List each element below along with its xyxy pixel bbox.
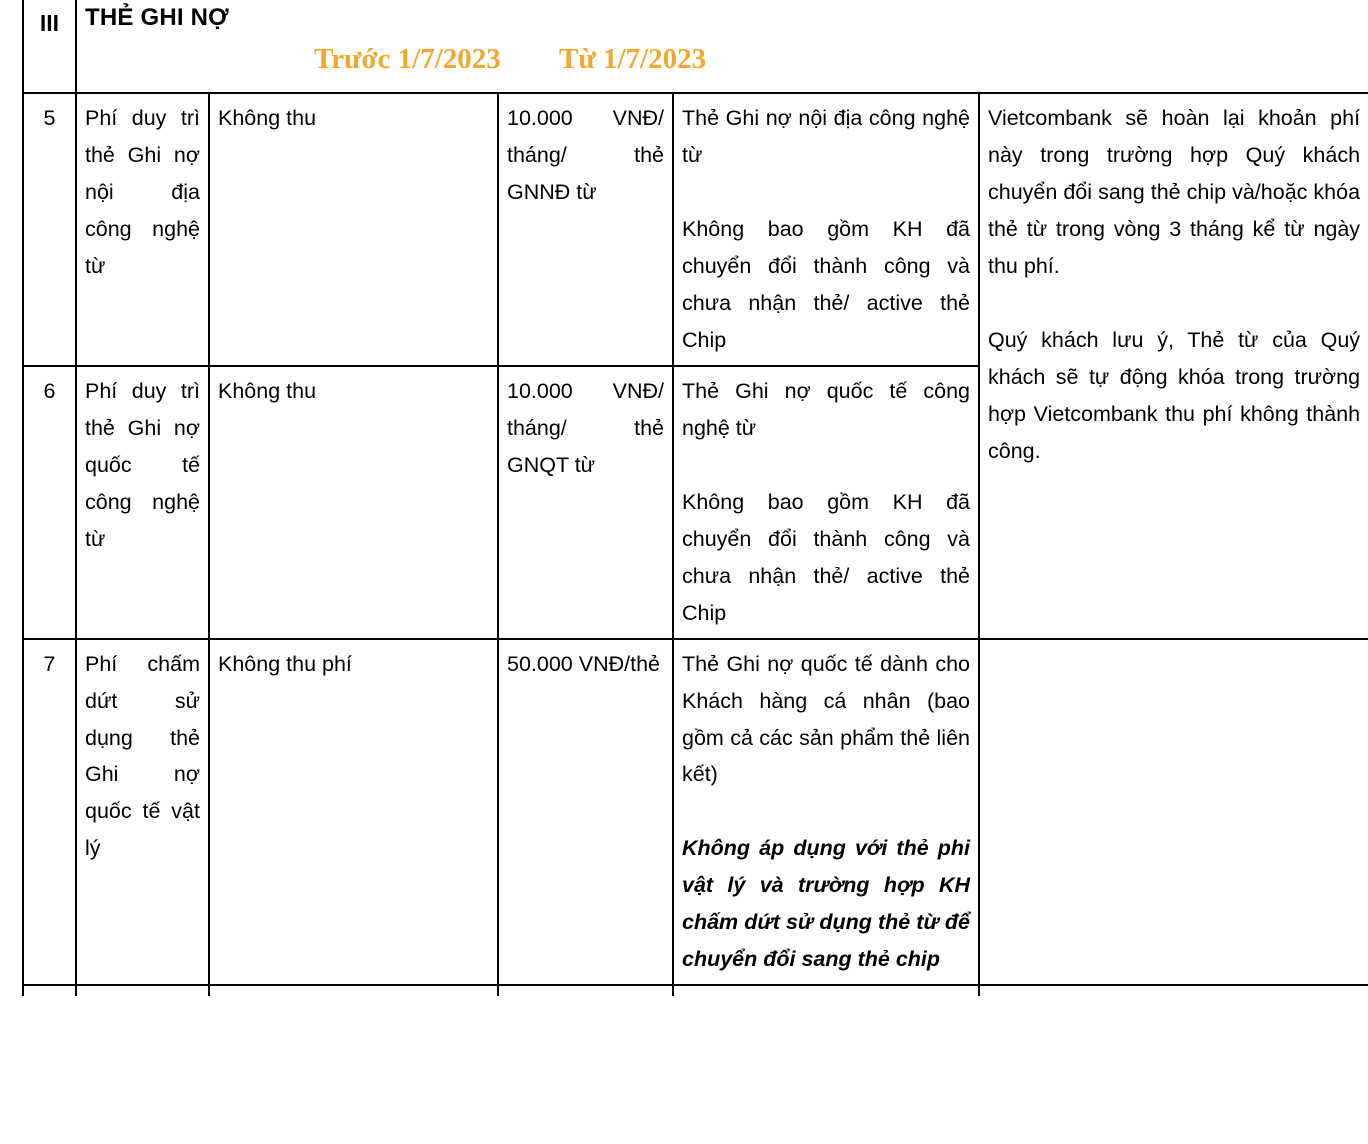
section-numeral: III — [22, 0, 77, 94]
row-fee-name: Phí duy trì thẻ Ghi nợ quốc tế công nghệ… — [75, 364, 210, 640]
row-remark-para-2: Quý khách lưu ý, Thẻ từ của Quý khách sẽ… — [988, 327, 1361, 463]
row-note: Thẻ Ghi nợ quốc tế công nghệ từ Không ba… — [672, 364, 980, 640]
row-index: 7 — [22, 637, 77, 987]
row-remark-para-1: Vietcombank sẽ hoàn lại khoản phí này tr… — [988, 106, 1361, 278]
table-row: 5 Phí duy trì thẻ Ghi nợ nội địa công ng… — [22, 92, 1368, 640]
row-note-para-1: Thẻ Ghi nợ quốc tế công nghệ từ — [682, 378, 970, 440]
row-fee-name: Phí chấm dứt sử dụng thẻ Ghi nợ quốc tế … — [75, 637, 210, 987]
partial-cell-note — [672, 984, 980, 997]
partial-cell-name — [75, 984, 210, 997]
row-note-para-1: Thẻ Ghi nợ quốc tế dành cho Khách hàng c… — [682, 651, 970, 787]
row-new-fee: 10.000 VNĐ/ tháng/ thẻ GNNĐ từ — [497, 92, 674, 367]
fee-schedule-page: III THẺ GHI NỢ Trước 1/7/2023 Từ 1/7/202… — [0, 0, 1368, 1144]
section-header-row: III THẺ GHI NỢ Trước 1/7/2023 Từ 1/7/202… — [22, 0, 1368, 94]
row-note: Thẻ Ghi nợ quốc tế dành cho Khách hàng c… — [672, 637, 980, 987]
section-title: THẺ GHI NỢ — [85, 4, 229, 31]
row-remark: Vietcombank sẽ hoàn lại khoản phí này tr… — [977, 92, 1368, 640]
partial-cell-old-fee — [208, 984, 499, 997]
row-old-fee: Không thu phí — [208, 637, 499, 987]
row-note-para-2: Không bao gồm KH đã chuyển đổi thành côn… — [682, 216, 970, 352]
row-note: Thẻ Ghi nợ nội địa công nghệ từ Không ba… — [672, 92, 980, 367]
row-fee-name: Phí duy trì thẻ Ghi nợ nội địa công nghệ… — [75, 92, 210, 367]
row-new-fee: 50.000 VNĐ/thẻ — [497, 637, 674, 987]
period-header-before: Trước 1/7/2023 — [314, 43, 501, 75]
row-index: 5 — [22, 92, 77, 367]
row-new-fee: 10.000 VNĐ/ tháng/ thẻ GNQT từ — [497, 364, 674, 640]
partial-cell-index — [22, 984, 77, 997]
table-row: 7 Phí chấm dứt sử dụng thẻ Ghi nợ quốc t… — [22, 637, 1368, 987]
table-row-partial — [22, 984, 1368, 997]
row-index: 6 — [22, 364, 77, 640]
row-note-para-2: Không bao gồm KH đã chuyển đổi thành côn… — [682, 489, 970, 625]
row-note-para-1: Thẻ Ghi nợ nội địa công nghệ từ — [682, 106, 970, 167]
fee-schedule-table: III THẺ GHI NỢ Trước 1/7/2023 Từ 1/7/202… — [22, 0, 1368, 997]
row-remark — [977, 637, 1368, 987]
row-old-fee: Không thu — [208, 92, 499, 367]
section-title-cell: THẺ GHI NỢ Trước 1/7/2023 Từ 1/7/2023 — [74, 0, 1368, 94]
row-old-fee: Không thu — [208, 364, 499, 640]
partial-cell-remark — [977, 984, 1368, 997]
period-header-after: Từ 1/7/2023 — [559, 43, 707, 75]
period-header-group: Trước 1/7/2023 Từ 1/7/2023 — [77, 43, 1368, 88]
row-note-para-2-emphasis: Không áp dụng với thẻ phi vật lý và trườ… — [682, 836, 970, 972]
partial-cell-new-fee — [497, 984, 674, 997]
